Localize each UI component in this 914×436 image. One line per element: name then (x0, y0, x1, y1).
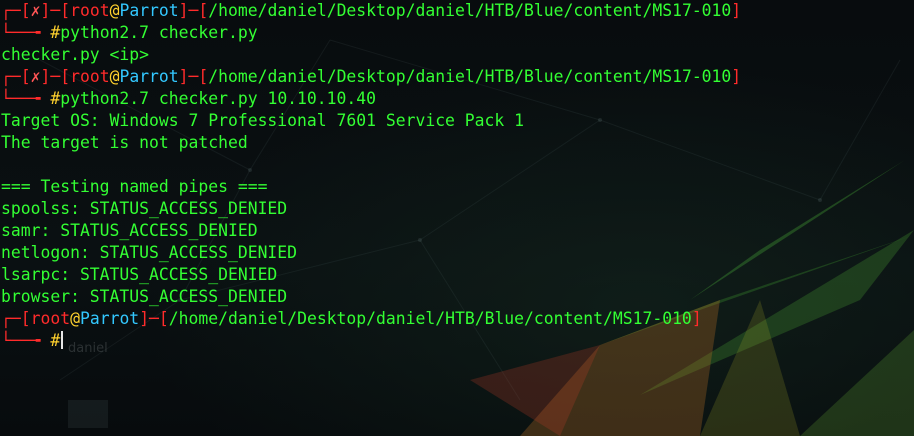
prompt-header-1: ┌─[✗]─[root@Parrot]─[/home/daniel/Deskto… (1, 1, 742, 20)
pipe-result: lsarpc: STATUS_ACCESS_DENIED (1, 265, 278, 284)
prompt-header-2: ┌─[✗]─[root@Parrot]─[/home/daniel/Deskto… (1, 67, 742, 86)
pipe-result: samr: STATUS_ACCESS_DENIED (1, 221, 258, 240)
active-command-line[interactable]: └──╼ # (1, 330, 741, 352)
parrot-logo-shard-lime (800, 330, 914, 436)
pipe-result: browser: STATUS_ACCESS_DENIED (1, 287, 288, 306)
command-line-1: └──╼ #python2.7 checker.py (1, 23, 258, 42)
pipes-header: === Testing named pipes === (1, 177, 268, 196)
cwd-path: /home/daniel/Desktop/daniel/HTB/Blue/con… (208, 1, 732, 20)
command-text: python2.7 checker.py 10.10.10.40 (60, 89, 376, 108)
error-mark: ✗ (30, 67, 41, 86)
pipe-result: spoolss: STATUS_ACCESS_DENIED (1, 199, 288, 218)
terminal-window[interactable]: daniel ┌─[✗]─[root@Parrot]─[/home/daniel… (0, 0, 914, 436)
cwd-path: /home/daniel/Desktop/daniel/HTB/Blue/con… (168, 309, 692, 328)
text-cursor[interactable] (61, 331, 64, 349)
command-line-2: └──╼ #python2.7 checker.py 10.10.10.40 (1, 89, 376, 108)
desktop-icon-ghost (68, 400, 108, 428)
patch-status-output: The target is not patched (1, 133, 248, 152)
cwd-path: /home/daniel/Desktop/daniel/HTB/Blue/con… (208, 67, 732, 86)
terminal-output: ┌─[✗]─[root@Parrot]─[/home/daniel/Deskto… (0, 0, 741, 352)
error-mark: ✗ (30, 1, 41, 20)
command-text: python2.7 checker.py (60, 23, 258, 42)
pipe-result: netlogon: STATUS_ACCESS_DENIED (1, 243, 298, 262)
target-os-output: Target OS: Windows 7 Professional 7601 S… (1, 111, 525, 130)
prompt-header-3: ┌─[root@Parrot]─[/home/daniel/Desktop/da… (1, 309, 702, 328)
usage-output: checker.py <ip> (1, 45, 150, 64)
